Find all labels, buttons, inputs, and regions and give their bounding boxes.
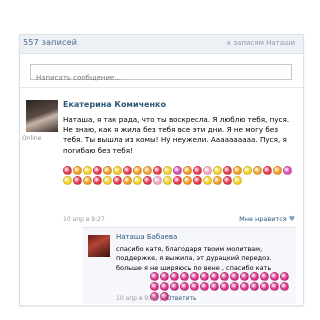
emoji-icon bbox=[203, 166, 212, 175]
emoji-icon bbox=[223, 166, 232, 175]
emoji-icon bbox=[153, 166, 162, 175]
heart-icon: ♥ bbox=[288, 215, 295, 223]
emoji-icon bbox=[190, 282, 199, 291]
emoji-icon bbox=[63, 176, 72, 185]
compose-box[interactable] bbox=[30, 64, 292, 85]
emoji-icon bbox=[83, 176, 92, 185]
emoji-icon bbox=[180, 272, 189, 281]
emoji-icon bbox=[190, 272, 199, 281]
post-emoji-row bbox=[63, 166, 295, 185]
emoji-icon bbox=[220, 282, 229, 291]
emoji-icon bbox=[260, 282, 269, 291]
wall-header: 557 записей к записям Наташи bbox=[20, 35, 303, 54]
emoji-icon bbox=[210, 272, 219, 281]
post-date[interactable]: 10 апр в 9:27 bbox=[63, 216, 105, 223]
like-button[interactable]: Мне нравится ♥ bbox=[239, 215, 295, 223]
reply-text: спасибо катя, благодаря твоим молитвам, … bbox=[116, 245, 272, 272]
emoji-icon bbox=[133, 176, 142, 185]
emoji-icon bbox=[153, 176, 162, 185]
like-label: Мне нравится bbox=[239, 215, 287, 223]
emoji-icon bbox=[220, 272, 229, 281]
emoji-icon bbox=[250, 282, 259, 291]
reply-button[interactable]: Ответить bbox=[167, 295, 197, 302]
emoji-icon bbox=[193, 166, 202, 175]
emoji-icon bbox=[233, 166, 242, 175]
emoji-icon bbox=[193, 176, 202, 185]
emoji-icon bbox=[280, 272, 289, 281]
emoji-icon bbox=[93, 176, 102, 185]
emoji-icon bbox=[63, 166, 72, 175]
emoji-icon bbox=[73, 176, 82, 185]
emoji-icon bbox=[240, 272, 249, 281]
emoji-icon bbox=[183, 166, 192, 175]
reply-avatar[interactable] bbox=[88, 235, 110, 257]
emoji-icon bbox=[170, 282, 179, 291]
emoji-icon bbox=[83, 166, 92, 175]
emoji-icon bbox=[103, 166, 112, 175]
emoji-icon bbox=[233, 176, 242, 185]
emoji-icon bbox=[113, 166, 122, 175]
emoji-icon bbox=[200, 272, 209, 281]
emoji-icon bbox=[150, 282, 159, 291]
emoji-icon bbox=[273, 166, 282, 175]
emoji-icon bbox=[73, 166, 82, 175]
emoji-icon bbox=[133, 166, 142, 175]
emoji-icon bbox=[283, 166, 292, 175]
emoji-icon bbox=[160, 272, 169, 281]
emoji-icon bbox=[243, 166, 252, 175]
post-text: Наташа, я так рада, что ты воскресла. Я … bbox=[63, 115, 290, 155]
emoji-icon bbox=[270, 272, 279, 281]
emoji-icon bbox=[163, 176, 172, 185]
divider bbox=[20, 87, 303, 88]
compose-input[interactable] bbox=[31, 71, 291, 85]
emoji-icon bbox=[253, 166, 262, 175]
emoji-icon bbox=[210, 282, 219, 291]
emoji-icon bbox=[143, 176, 152, 185]
emoji-icon bbox=[170, 272, 179, 281]
wall-panel: 557 записей к записям Наташи Online Екат… bbox=[19, 34, 304, 306]
emoji-icon bbox=[113, 176, 122, 185]
emoji-icon bbox=[160, 282, 169, 291]
emoji-icon bbox=[183, 176, 192, 185]
emoji-icon bbox=[123, 176, 132, 185]
emoji-icon bbox=[250, 272, 259, 281]
reply-meta: 10 апр в 9:29 | Ответить bbox=[116, 295, 197, 302]
emoji-icon bbox=[213, 166, 222, 175]
emoji-icon bbox=[173, 176, 182, 185]
emoji-icon bbox=[230, 282, 239, 291]
emoji-icon bbox=[240, 282, 249, 291]
emoji-icon bbox=[93, 166, 102, 175]
emoji-icon bbox=[143, 166, 152, 175]
reply-comment: Наташа Бабаева спасибо катя, благодаря т… bbox=[82, 227, 296, 304]
emoji-icon bbox=[263, 166, 272, 175]
emoji-icon bbox=[173, 166, 182, 175]
emoji-icon bbox=[223, 176, 232, 185]
emoji-icon bbox=[213, 176, 222, 185]
emoji-icon bbox=[163, 166, 172, 175]
emoji-icon bbox=[260, 272, 269, 281]
emoji-icon bbox=[280, 282, 289, 291]
emoji-icon bbox=[180, 282, 189, 291]
reply-date[interactable]: 10 апр в 9:29 bbox=[116, 295, 158, 302]
avatar[interactable] bbox=[26, 100, 58, 132]
online-status: Online bbox=[22, 135, 42, 142]
emoji-icon bbox=[230, 272, 239, 281]
emoji-icon bbox=[270, 282, 279, 291]
record-count: 557 записей bbox=[23, 38, 78, 47]
all-records-link[interactable]: к записям Наташи bbox=[227, 39, 295, 47]
emoji-icon bbox=[150, 272, 159, 281]
emoji-icon bbox=[200, 282, 209, 291]
post-author[interactable]: Екатерина Комиченко bbox=[63, 100, 166, 109]
reply-author[interactable]: Наташа Бабаева bbox=[116, 233, 177, 241]
wall-post: Online Екатерина Комиченко Наташа, я так… bbox=[20, 91, 303, 225]
emoji-icon bbox=[123, 166, 132, 175]
emoji-icon bbox=[203, 176, 212, 185]
emoji-icon bbox=[103, 176, 112, 185]
